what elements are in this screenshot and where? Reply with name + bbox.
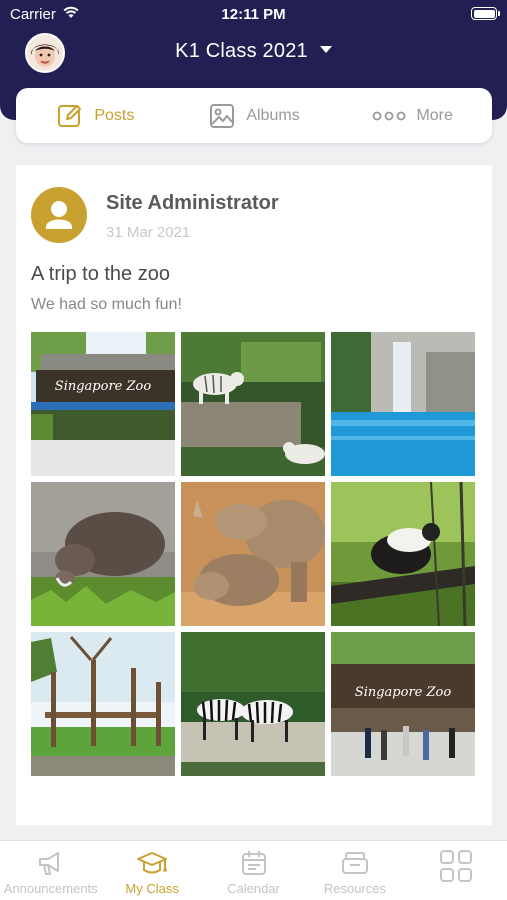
megaphone-icon bbox=[38, 852, 59, 875]
class-selector[interactable]: K1 Class 2021 bbox=[0, 40, 507, 63]
photo-grid: Singapore Zoo Singapore Zoo bbox=[31, 332, 475, 776]
tab-more[interactable]: More bbox=[333, 88, 492, 143]
class-name: K1 Class 2021 bbox=[175, 40, 308, 62]
post-title: A trip to the zoo bbox=[31, 263, 170, 285]
calendar-icon bbox=[241, 851, 266, 875]
edit-icon bbox=[58, 104, 82, 127]
user-icon bbox=[46, 201, 72, 229]
tab-posts-label: Posts bbox=[94, 106, 135, 124]
post-body: We had so much fun! bbox=[31, 296, 182, 313]
photo-warthog[interactable] bbox=[31, 482, 175, 626]
zoo-entrance-crowd-photo: Singapore Zoo bbox=[331, 632, 475, 776]
entrance-sign: Singapore Zoo bbox=[55, 379, 152, 394]
bottom-nav: Announcements My Class Calendar Resource… bbox=[0, 840, 507, 900]
nav-menu[interactable] bbox=[406, 841, 507, 900]
white-tigers-photo bbox=[181, 332, 325, 476]
nav-calendar[interactable]: Calendar bbox=[203, 841, 304, 900]
nav-my-class-label: My Class bbox=[125, 881, 179, 896]
wooden-play-structure-photo bbox=[31, 632, 175, 776]
chevron-down-icon bbox=[319, 46, 332, 54]
more-dots-icon bbox=[373, 111, 406, 120]
nav-calendar-label: Calendar bbox=[227, 881, 280, 896]
section-tabs: Posts Albums More bbox=[16, 88, 492, 143]
photo-waterfall-pool[interactable] bbox=[331, 332, 475, 476]
warthog-photo bbox=[31, 482, 175, 626]
grid-menu-icon bbox=[440, 850, 473, 882]
photo-white-tigers[interactable] bbox=[181, 332, 325, 476]
post-author: Site Administrator bbox=[106, 192, 279, 214]
monkey-photo bbox=[331, 482, 475, 626]
image-icon bbox=[210, 103, 235, 128]
photo-monkey[interactable] bbox=[331, 482, 475, 626]
nav-announcements[interactable]: Announcements bbox=[0, 841, 101, 900]
nav-my-class[interactable]: My Class bbox=[101, 841, 202, 900]
entrance-sign: Singapore Zoo bbox=[355, 685, 452, 700]
tab-more-label: More bbox=[416, 106, 453, 124]
nav-resources[interactable]: Resources bbox=[304, 841, 405, 900]
resources-icon bbox=[341, 852, 368, 874]
graduation-cap-icon bbox=[137, 852, 168, 874]
post-date: 31 Mar 2021 bbox=[106, 224, 191, 241]
tab-albums-label: Albums bbox=[246, 106, 300, 124]
tab-albums[interactable]: Albums bbox=[175, 88, 334, 143]
waterfall-pool-photo bbox=[331, 332, 475, 476]
photo-zoo-entrance[interactable]: Singapore Zoo bbox=[31, 332, 175, 476]
photo-zoo-entrance-crowd[interactable]: Singapore Zoo bbox=[331, 632, 475, 776]
battery-icon bbox=[471, 7, 500, 20]
zebras-photo bbox=[181, 632, 325, 776]
photo-zebras[interactable] bbox=[181, 632, 325, 776]
nav-resources-label: Resources bbox=[323, 881, 386, 896]
photo-rhinos[interactable] bbox=[181, 482, 325, 626]
tab-posts[interactable]: Posts bbox=[16, 88, 175, 143]
status-bar: Carrier 12:11 PM bbox=[0, 0, 507, 28]
author-avatar bbox=[31, 187, 87, 243]
clock: 12:11 PM bbox=[221, 6, 286, 23]
photo-wooden-structure[interactable] bbox=[31, 632, 175, 776]
nav-announcements-label: Announcements bbox=[3, 881, 98, 896]
post-card[interactable]: Site Administrator 31 Mar 2021 A trip to… bbox=[16, 165, 492, 825]
zoo-entrance-photo: Singapore Zoo bbox=[31, 332, 175, 476]
rhinos-photo bbox=[181, 482, 325, 626]
